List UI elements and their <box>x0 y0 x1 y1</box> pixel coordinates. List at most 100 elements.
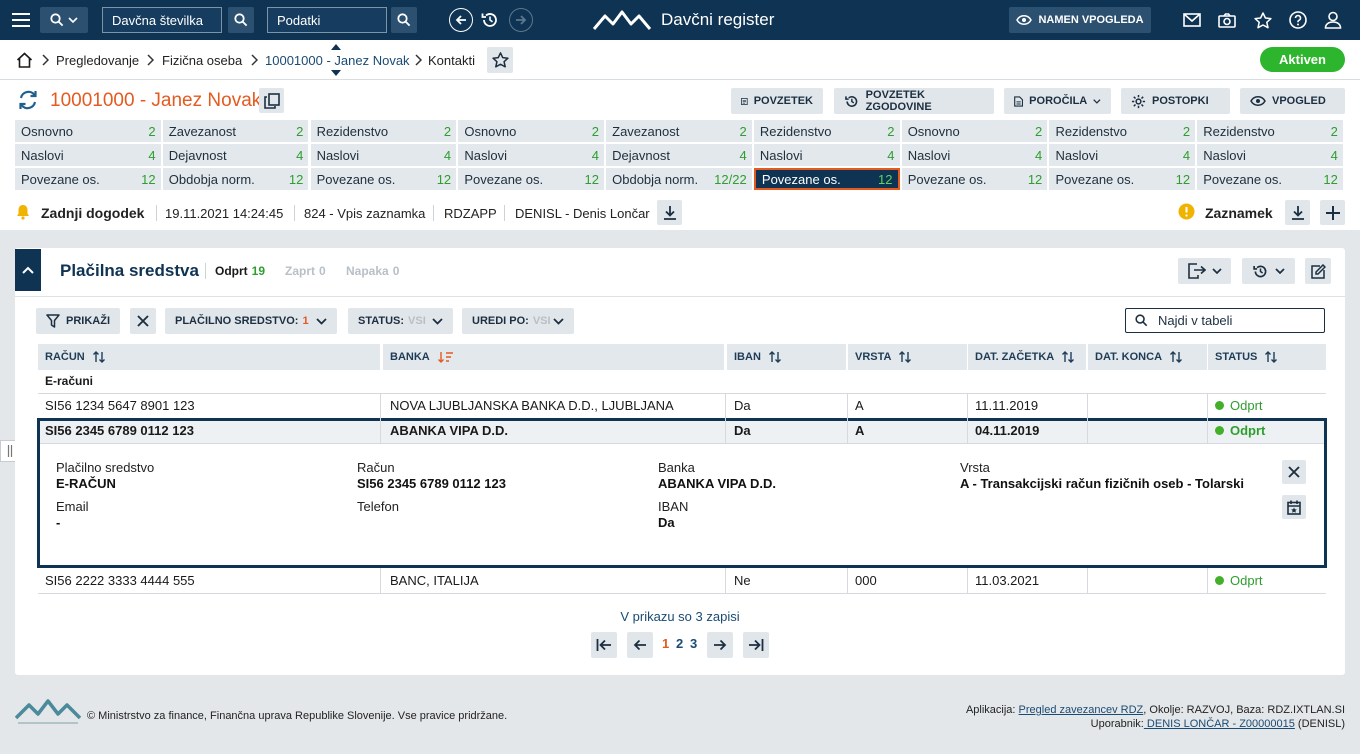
procedures-button[interactable]: POSTOPKI <box>1121 88 1230 114</box>
summary-cell[interactable]: Zavezanost 2 <box>162 120 309 142</box>
col-header-status[interactable]: STATUS <box>1208 344 1326 370</box>
sort-by-filter[interactable]: UREDI PO: VSI <box>462 308 574 334</box>
payment-method-filter[interactable]: PLAČILNO SREDSTVO: 1 <box>165 308 337 334</box>
page-2-link[interactable]: 2 <box>676 636 683 651</box>
history-dropdown[interactable] <box>1242 258 1295 284</box>
summary-cell[interactable]: Naslovi 4 <box>15 144 161 166</box>
user-link[interactable]: DENIS LONČAR - Z00000015 <box>1144 718 1295 730</box>
data-search-input[interactable]: Podatki <box>267 7 387 33</box>
clear-filters-button[interactable] <box>130 308 156 334</box>
col-header-start-date[interactable]: DAT. ZAČETKA <box>968 344 1087 370</box>
edit-button[interactable] <box>1305 258 1331 284</box>
breadcrumb-item[interactable]: Fizična oseba <box>162 53 242 68</box>
show-filter-button[interactable]: PRIKAŽI <box>36 308 120 334</box>
summary-cell[interactable]: Naslovi 4 <box>310 144 457 166</box>
summary-cell[interactable]: Povezane os. 12 <box>901 168 1048 190</box>
col-header-iban[interactable]: IBAN <box>727 344 847 370</box>
search-icon <box>234 13 248 27</box>
summary-cell[interactable]: Obdobja norm. 12/22 <box>606 168 752 190</box>
summary-cell[interactable]: Naslovi 4 <box>901 144 1048 166</box>
event-download-button[interactable] <box>657 200 682 225</box>
summary-cell[interactable]: Povezane os. 12 <box>753 168 900 190</box>
summary-cell[interactable]: Povezane os. 12 <box>458 168 604 190</box>
forward-button[interactable] <box>509 8 533 32</box>
summary-cell[interactable]: Rezidenstvo 2 <box>1197 120 1343 142</box>
tab-error[interactable]: Napaka 0 <box>346 264 399 278</box>
history-summary-button[interactable]: POVZETEK ZGODOVINE <box>834 88 994 114</box>
last-page-button[interactable] <box>743 632 769 658</box>
app-info-label: Aplikacija: <box>965 704 1016 716</box>
page-3-link[interactable]: 3 <box>690 636 697 651</box>
grip-icon <box>7 445 13 457</box>
refresh-icon[interactable] <box>17 89 39 111</box>
page-1-link[interactable]: 1 <box>662 636 669 651</box>
copy-button[interactable] <box>259 88 284 113</box>
summary-cell[interactable]: Rezidenstvo 2 <box>1049 120 1196 142</box>
bookmark-star-button[interactable] <box>487 47 513 73</box>
summary-cell[interactable]: Dejavnost 4 <box>162 144 309 166</box>
cell-status: Odprt <box>1208 393 1326 418</box>
tax-number-search-input[interactable]: Davčna številka <box>102 7 222 33</box>
summary-cell[interactable]: Rezidenstvo 2 <box>310 120 457 142</box>
col-header-type[interactable]: VRSTA <box>848 344 968 370</box>
col-header-account[interactable]: RAČUN <box>38 344 381 370</box>
calendar-button[interactable] <box>1282 495 1306 519</box>
col-header-bank[interactable]: BANKA <box>383 344 725 370</box>
tax-search-button[interactable] <box>228 7 254 33</box>
breadcrumb-item[interactable]: Kontakti <box>428 53 475 68</box>
summary-cell[interactable]: Rezidenstvo 2 <box>753 120 900 142</box>
app-link[interactable]: Pregled zavezancev RDZ <box>1019 704 1144 716</box>
favorites-button[interactable] <box>1251 7 1275 33</box>
next-page-button[interactable] <box>707 632 733 658</box>
summary-cell[interactable]: Naslovi 4 <box>753 144 900 166</box>
summary-cell[interactable]: Povezane os. 12 <box>1197 168 1343 190</box>
close-detail-button[interactable] <box>1282 460 1306 484</box>
caret-up-icon[interactable] <box>331 44 341 50</box>
hamburger-menu-icon[interactable] <box>10 7 32 33</box>
table-search-input[interactable]: Najdi v tabeli <box>1125 308 1325 333</box>
tab-closed[interactable]: Zaprt 0 <box>285 264 326 278</box>
summary-cell-label: Povezane os. <box>1055 171 1135 187</box>
summary-cell[interactable]: Povezane os. 12 <box>1049 168 1196 190</box>
summary-cell[interactable]: Osnovno 2 <box>15 120 161 142</box>
home-icon[interactable] <box>16 52 33 68</box>
add-note-button[interactable] <box>1320 200 1345 225</box>
summary-cell[interactable]: Povezane os. 12 <box>310 168 457 190</box>
breadcrumb-item[interactable]: Pregledovanje <box>56 53 139 68</box>
collapse-section-button[interactable] <box>15 249 41 291</box>
summary-cell[interactable]: Naslovi 4 <box>1049 144 1196 166</box>
mail-button[interactable] <box>1180 7 1204 33</box>
first-page-button[interactable] <box>591 632 617 658</box>
status-filter[interactable]: STATUS: VSI <box>348 308 453 334</box>
previous-page-button[interactable] <box>627 632 653 658</box>
summary-cell[interactable]: Zavezanost 2 <box>606 120 752 142</box>
back-button[interactable] <box>449 8 473 32</box>
chevron-right-icon <box>415 54 422 66</box>
summary-cell[interactable]: Naslovi 4 <box>1197 144 1343 166</box>
help-button[interactable] <box>1286 7 1310 33</box>
view-button[interactable]: VPOGLED <box>1240 88 1345 114</box>
summary-cell[interactable]: Obdobja norm. 12 <box>162 168 309 190</box>
summary-cell-count: 4 <box>296 147 304 163</box>
camera-button[interactable] <box>1215 7 1239 33</box>
tab-open[interactable]: Odprt 19 <box>215 264 265 278</box>
export-dropdown[interactable] <box>1178 258 1231 284</box>
summary-cell[interactable]: Povezane os. 12 <box>15 168 161 190</box>
search-mode-dropdown[interactable] <box>40 7 88 33</box>
purpose-of-view-button[interactable]: NAMEN VPOGLEDA <box>1009 7 1151 33</box>
breadcrumb-item-current-person[interactable]: 10001000 - Janez Novak <box>265 53 410 68</box>
user-profile-button[interactable] <box>1321 7 1345 33</box>
summary-cell[interactable]: Osnovno 2 <box>458 120 604 142</box>
summary-cell[interactable]: Dejavnost 4 <box>606 144 752 166</box>
summary-cell[interactable]: Naslovi 4 <box>458 144 604 166</box>
data-search-button[interactable] <box>391 7 417 33</box>
history-button[interactable] <box>478 7 502 33</box>
ministry-logo-icon <box>15 697 81 725</box>
caret-down-icon[interactable] <box>331 70 341 76</box>
bell-icon <box>16 204 30 220</box>
summary-button[interactable]: POVZETEK <box>731 88 823 114</box>
reports-dropdown[interactable]: POROČILA <box>1004 88 1111 114</box>
summary-cell[interactable]: Osnovno 2 <box>901 120 1048 142</box>
note-download-button[interactable] <box>1285 200 1310 225</box>
col-header-end-date[interactable]: DAT. KONCA <box>1088 344 1208 370</box>
